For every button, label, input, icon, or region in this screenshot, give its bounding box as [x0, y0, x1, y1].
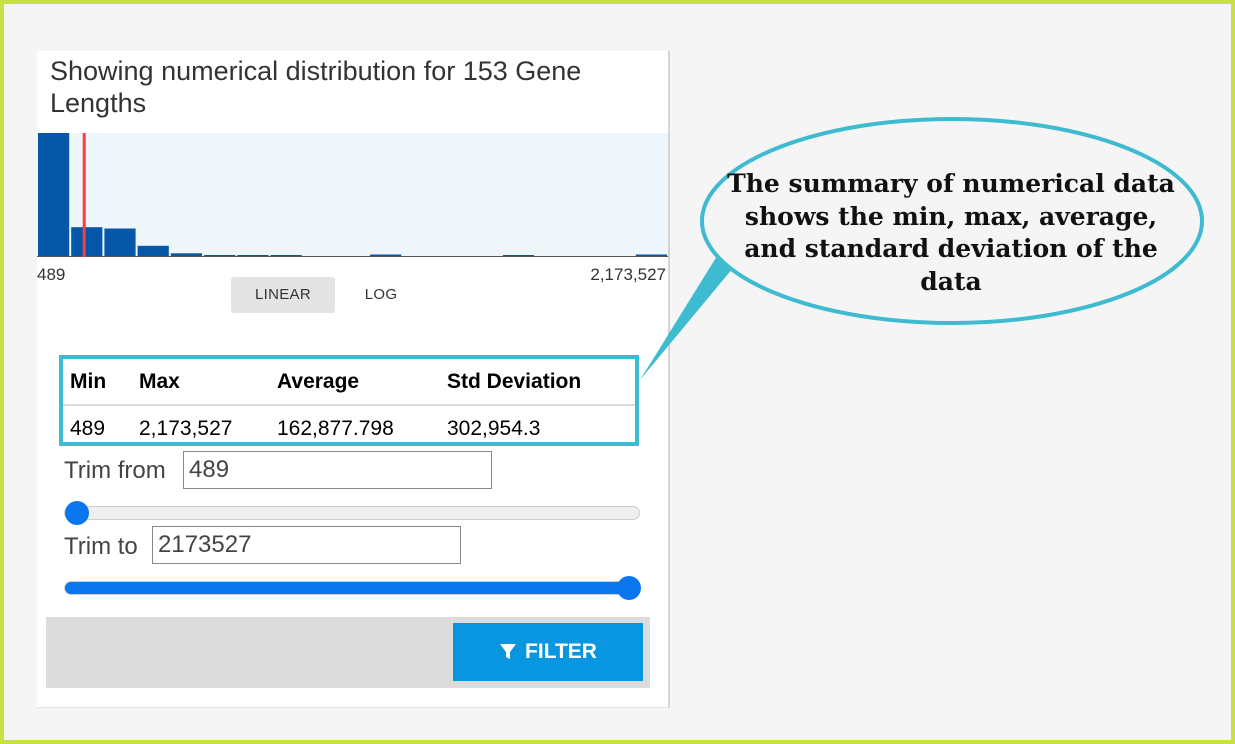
filter-button[interactable]: FILTER	[453, 623, 643, 681]
stats-divider	[63, 404, 635, 406]
trim-from-input[interactable]: 489	[183, 451, 492, 489]
header-average: Average	[277, 370, 360, 393]
log-scale-button[interactable]: LOG	[353, 277, 409, 313]
filter-button-label: FILTER	[525, 640, 597, 663]
histogram-bar	[137, 245, 169, 257]
value-min: 489	[70, 417, 106, 440]
value-average: 162,877.798	[277, 417, 394, 440]
header-min: Min	[70, 370, 107, 393]
panel-footer: FILTER	[46, 617, 650, 688]
linear-scale-button[interactable]: LINEAR	[231, 277, 335, 313]
value-max: 2,173,527	[139, 417, 233, 440]
trim-from-slider[interactable]	[64, 501, 640, 525]
header-max: Max	[139, 370, 180, 393]
histogram-chart	[37, 133, 668, 257]
average-marker	[82, 133, 86, 257]
histogram-min-label: 489	[37, 265, 66, 284]
trim-to-input[interactable]: 2173527	[152, 526, 461, 564]
panel-title: Showing numerical distribution for 153 G…	[50, 56, 582, 118]
distribution-panel: Showing numerical distribution for 153 G…	[37, 51, 670, 708]
funnel-icon	[500, 644, 517, 659]
trim-from-slider-thumb[interactable]	[65, 501, 89, 525]
callout-text: The summary of numerical data shows the …	[727, 169, 1175, 296]
histogram-bar	[38, 133, 70, 257]
histogram-max-label: 2,173,527	[590, 265, 666, 284]
trim-from-label: Trim from	[64, 457, 166, 484]
trim-to-slider-thumb[interactable]	[617, 576, 641, 600]
header-std-deviation: Std Deviation	[447, 370, 582, 393]
trim-to-slider-fill	[65, 582, 639, 594]
histogram-bar	[104, 228, 136, 257]
summary-stats-table: Min Max Average Std Deviation 489 2,173,…	[59, 355, 639, 446]
histogram	[37, 133, 668, 257]
trim-to-label: Trim to	[64, 533, 138, 560]
value-std-deviation: 302,954.3	[447, 417, 541, 440]
trim-to-slider[interactable]	[64, 576, 641, 600]
histogram-bar	[71, 227, 103, 257]
